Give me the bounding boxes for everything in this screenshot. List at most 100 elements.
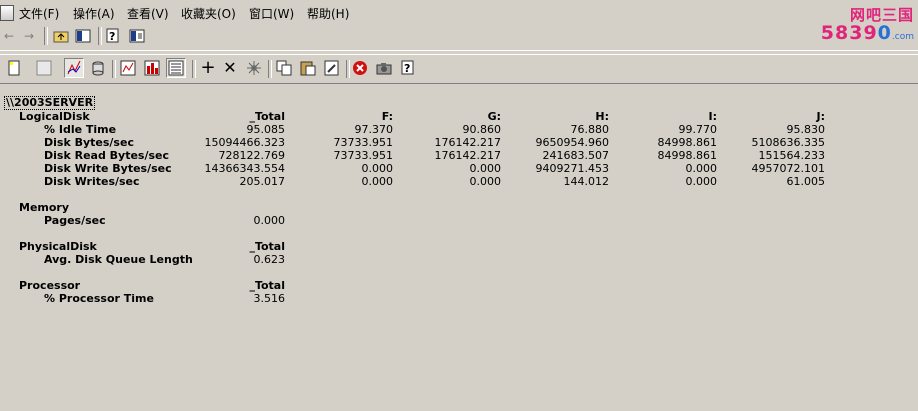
counter-value: 61.005 xyxy=(786,175,826,188)
menu-view[interactable]: 查看(V) xyxy=(127,5,169,22)
counter-value: 151564.233 xyxy=(758,149,825,162)
instance-header: I: xyxy=(708,110,718,123)
clear-display-icon[interactable] xyxy=(34,58,54,78)
counter-value: 95.085 xyxy=(246,123,286,136)
navigation-toolbar: ← → ? xyxy=(0,24,918,51)
counter-value: 95.830 xyxy=(786,123,826,136)
menu-file[interactable]: 文件(F) xyxy=(19,5,59,22)
highlight-icon[interactable] xyxy=(244,58,264,78)
counter-value: 84998.861 xyxy=(657,149,718,162)
counter-value: 241683.507 xyxy=(542,149,609,162)
help-icon[interactable]: ? xyxy=(104,27,122,45)
object-name: LogicalDisk xyxy=(19,110,90,123)
counter-value: 73733.951 xyxy=(333,136,394,149)
counter-value: 84998.861 xyxy=(657,136,718,149)
menu-help[interactable]: 帮助(H) xyxy=(307,5,349,22)
svg-text:?: ? xyxy=(404,62,410,75)
counter-value: 144.012 xyxy=(563,175,610,188)
forward-arrow-icon[interactable]: → xyxy=(20,27,38,45)
view-current-activity-icon[interactable] xyxy=(142,58,162,78)
new-counter-set-icon[interactable] xyxy=(4,58,24,78)
toolbar-separator xyxy=(268,60,272,78)
menu-favorites[interactable]: 收藏夹(O) xyxy=(181,5,236,22)
counter-value: 99.770 xyxy=(678,123,718,136)
counter-value: 9409271.453 xyxy=(535,162,609,175)
toolbar-separator xyxy=(44,27,48,45)
instance-header: _Total xyxy=(249,279,285,292)
toolbar-separator xyxy=(98,27,102,45)
counter-name: Disk Read Bytes/sec xyxy=(44,149,170,162)
toolbar-separator xyxy=(192,60,196,78)
counter-row: Disk Write Bytes/sec 14366343.554 0.000 … xyxy=(0,162,918,175)
counter-value: 15094466.323 xyxy=(204,136,285,149)
counter-name: Disk Writes/sec xyxy=(44,175,140,188)
instance-header: F: xyxy=(381,110,393,123)
properties-icon[interactable] xyxy=(322,58,342,78)
object-header-row: LogicalDisk _Total F: G: H: I: J: xyxy=(0,110,918,123)
view-graph-icon[interactable] xyxy=(64,58,84,78)
counter-value: 0.000 xyxy=(469,162,502,175)
instance-header: _Total xyxy=(249,110,285,123)
console-icon[interactable] xyxy=(128,27,146,45)
view-histogram-icon[interactable] xyxy=(88,58,108,78)
delete-counter-icon[interactable]: ✕ xyxy=(220,58,240,78)
help-icon[interactable]: ? xyxy=(398,58,418,78)
counter-name: Disk Write Bytes/sec xyxy=(44,162,172,175)
counter-value: 90.860 xyxy=(462,123,502,136)
copy-properties-icon[interactable] xyxy=(274,58,294,78)
show-tree-icon[interactable] xyxy=(74,27,92,45)
add-counter-icon[interactable]: + xyxy=(198,58,218,78)
object-header-row: Memory xyxy=(0,201,918,214)
counter-value: 0.000 xyxy=(361,175,394,188)
app-icon[interactable] xyxy=(0,5,14,21)
object-name: Processor xyxy=(19,279,81,292)
up-folder-icon[interactable] xyxy=(52,27,70,45)
svg-text:?: ? xyxy=(109,30,115,43)
counter-name: % Processor Time xyxy=(44,292,154,305)
instance-header: _Total xyxy=(249,240,285,253)
counter-value: 97.370 xyxy=(354,123,394,136)
object-header-row: PhysicalDisk _Total xyxy=(0,240,918,253)
paste-counter-list-icon[interactable] xyxy=(298,58,318,78)
counter-value: 9650954.960 xyxy=(535,136,609,149)
menu-window[interactable]: 窗口(W) xyxy=(249,5,294,22)
report-view[interactable]: \\2003SERVER LogicalDisk _Total F: G: H:… xyxy=(0,84,918,411)
counter-row: Avg. Disk Queue Length 0.623 xyxy=(0,253,918,266)
counter-value: 0.623 xyxy=(253,253,286,266)
counter-value: 0.000 xyxy=(685,162,718,175)
counter-value: 176142.217 xyxy=(434,136,501,149)
counter-value: 0.000 xyxy=(685,175,718,188)
object-name: PhysicalDisk xyxy=(19,240,97,253)
back-arrow-icon[interactable]: ← xyxy=(0,27,18,45)
menu-action[interactable]: 操作(A) xyxy=(73,5,115,22)
server-name: \\2003SERVER xyxy=(4,96,96,110)
counter-value: 176142.217 xyxy=(434,149,501,162)
instance-header: G: xyxy=(487,110,501,123)
counter-name: % Idle Time xyxy=(44,123,117,136)
counter-row: Disk Writes/sec 205.017 0.000 0.000 144.… xyxy=(0,175,918,188)
counter-value: 76.880 xyxy=(570,123,610,136)
view-report-icon[interactable] xyxy=(118,58,138,78)
view-log-data-icon[interactable] xyxy=(166,58,186,78)
object-name: Memory xyxy=(19,201,70,214)
counter-value: 3.516 xyxy=(253,292,286,305)
counter-row: Disk Read Bytes/sec 728122.769 73733.951… xyxy=(0,149,918,162)
counter-value: 0.000 xyxy=(253,214,286,227)
counter-value: 73733.951 xyxy=(333,149,394,162)
object-header-row: Processor _Total xyxy=(0,279,918,292)
freeze-display-icon[interactable] xyxy=(350,58,370,78)
counter-row: Disk Bytes/sec 15094466.323 73733.951 17… xyxy=(0,136,918,149)
counter-value: 728122.769 xyxy=(218,149,285,162)
counter-row: Pages/sec 0.000 xyxy=(0,214,918,227)
update-data-icon[interactable] xyxy=(374,58,394,78)
instance-header: H: xyxy=(595,110,609,123)
instance-header: J: xyxy=(816,110,826,123)
performance-toolbar: + ✕ ? xyxy=(0,54,918,84)
counter-value: 14366343.554 xyxy=(204,162,285,175)
counter-value: 4957072.101 xyxy=(751,162,825,175)
counter-value: 205.017 xyxy=(239,175,286,188)
counter-row: % Processor Time 3.516 xyxy=(0,292,918,305)
toolbar-separator xyxy=(112,60,116,78)
counter-name: Pages/sec xyxy=(44,214,106,227)
counter-row: % Idle Time 95.085 97.370 90.860 76.880 … xyxy=(0,123,918,136)
